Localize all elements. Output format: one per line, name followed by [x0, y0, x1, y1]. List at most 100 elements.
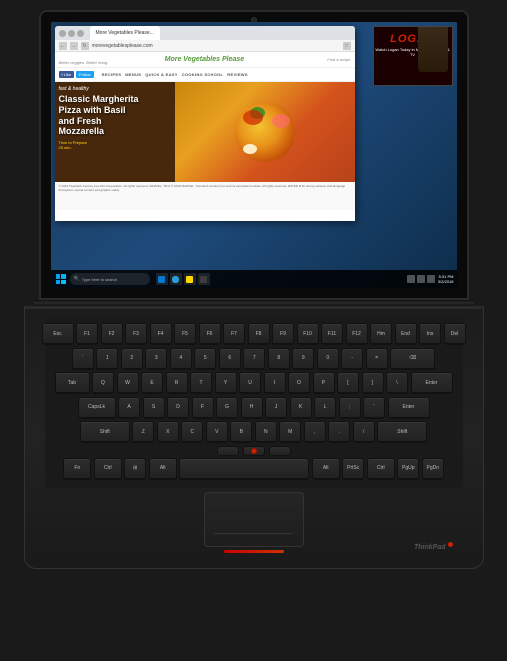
key-h[interactable]: H: [241, 397, 263, 419]
key-f6[interactable]: F6: [199, 323, 221, 345]
key-quote[interactable]: ': [363, 397, 385, 419]
key-capslock[interactable]: CapsLk: [78, 397, 116, 419]
key-alt-right[interactable]: Alt: [312, 458, 340, 480]
facebook-btn[interactable]: f Like: [59, 71, 75, 78]
key-f1[interactable]: F1: [76, 323, 98, 345]
key-m[interactable]: M: [279, 421, 301, 443]
key-7[interactable]: 7: [243, 348, 265, 370]
key-f4[interactable]: F4: [150, 323, 172, 345]
key-tab[interactable]: Tab: [55, 372, 90, 394]
browser-tab[interactable]: More Vegetables Please...: [90, 26, 160, 40]
key-9[interactable]: 9: [292, 348, 314, 370]
key-n[interactable]: N: [255, 421, 277, 443]
key-c[interactable]: C: [181, 421, 203, 443]
taskbar-icon-4[interactable]: [198, 273, 210, 285]
key-j[interactable]: J: [265, 397, 287, 419]
key-u[interactable]: U: [239, 372, 261, 394]
key-slash[interactable]: /: [353, 421, 375, 443]
key-p[interactable]: P: [313, 372, 335, 394]
key-home[interactable]: Hm: [370, 323, 392, 345]
key-i[interactable]: I: [264, 372, 286, 394]
nav-quick-easy[interactable]: QUICK & EASY: [145, 72, 178, 77]
key-w[interactable]: W: [117, 372, 139, 394]
key-q[interactable]: Q: [92, 372, 114, 394]
browser-bookmark-button[interactable]: ☆: [343, 42, 351, 50]
key-f5[interactable]: F5: [174, 323, 196, 345]
key-f7[interactable]: F7: [223, 323, 245, 345]
key-backslash[interactable]: \: [386, 372, 408, 394]
key-s[interactable]: S: [143, 397, 165, 419]
key-f9[interactable]: F9: [272, 323, 294, 345]
browser-close-btn[interactable]: [59, 30, 66, 37]
key-k[interactable]: K: [290, 397, 312, 419]
key-o[interactable]: O: [288, 372, 310, 394]
twitter-btn[interactable]: Follow: [76, 71, 94, 78]
address-bar-text[interactable]: morevegetablesplease.com: [92, 43, 340, 49]
browser-refresh-button[interactable]: ↻: [81, 42, 89, 50]
key-semicolon[interactable]: ;: [339, 397, 361, 419]
key-enter[interactable]: Enter: [411, 372, 453, 394]
key-a[interactable]: A: [118, 397, 140, 419]
trackpoint-dot[interactable]: [251, 448, 257, 454]
key-fn[interactable]: Fn: [63, 458, 91, 480]
taskbar-icon-1[interactable]: [156, 273, 168, 285]
browser-max-btn[interactable]: [77, 30, 84, 37]
browser-forward-button[interactable]: →: [70, 42, 78, 50]
key-y[interactable]: Y: [215, 372, 237, 394]
trackpoint-left-btn[interactable]: [217, 446, 239, 456]
movie-ad[interactable]: LOGAN Watch Logan Today in Microsoft Mov…: [373, 26, 453, 86]
key-f8[interactable]: F8: [248, 323, 270, 345]
taskbar-icon-3[interactable]: [184, 273, 196, 285]
browser-min-btn[interactable]: [68, 30, 75, 37]
key-rbracket[interactable]: ]: [362, 372, 384, 394]
key-insert[interactable]: Ins: [419, 323, 441, 345]
key-period[interactable]: .: [328, 421, 350, 443]
key-esc[interactable]: Esc: [42, 323, 74, 345]
key-f12[interactable]: F12: [346, 323, 368, 345]
key-alt-left[interactable]: Alt: [149, 458, 177, 480]
key-space[interactable]: [179, 458, 309, 480]
key-win[interactable]: ⊞: [124, 458, 146, 480]
key-pgdn[interactable]: PgDn: [422, 458, 444, 480]
taskbar-icon-2[interactable]: [170, 273, 182, 285]
key-ctrl-right[interactable]: Ctrl: [367, 458, 395, 480]
key-prtsc[interactable]: PrtSc: [342, 458, 364, 480]
key-backspace[interactable]: ⌫: [390, 348, 435, 370]
nav-menus[interactable]: MENUS: [125, 72, 141, 77]
browser-back-button[interactable]: ←: [59, 42, 67, 50]
key-shift-right[interactable]: Shift: [377, 421, 427, 443]
key-5[interactable]: 5: [194, 348, 216, 370]
key-x[interactable]: X: [157, 421, 179, 443]
trackpoint-middle-btn[interactable]: [243, 446, 265, 456]
key-e[interactable]: E: [141, 372, 163, 394]
key-enter-2[interactable]: Enter: [388, 397, 430, 419]
key-v[interactable]: V: [206, 421, 228, 443]
key-1[interactable]: 1: [96, 348, 118, 370]
key-end[interactable]: End: [395, 323, 417, 345]
key-8[interactable]: 8: [268, 348, 290, 370]
key-t[interactable]: T: [190, 372, 212, 394]
key-3[interactable]: 3: [145, 348, 167, 370]
key-pgup[interactable]: PgUp: [397, 458, 419, 480]
touchpad[interactable]: [204, 492, 304, 547]
key-shift-left[interactable]: Shift: [80, 421, 130, 443]
key-f[interactable]: F: [192, 397, 214, 419]
key-lbracket[interactable]: [: [337, 372, 359, 394]
key-delete[interactable]: Del: [444, 323, 466, 345]
start-button[interactable]: [54, 272, 68, 286]
key-backtick[interactable]: `: [72, 348, 94, 370]
nav-recipes[interactable]: RECIPES: [102, 72, 122, 77]
key-minus[interactable]: -: [341, 348, 363, 370]
key-4[interactable]: 4: [170, 348, 192, 370]
key-2[interactable]: 2: [121, 348, 143, 370]
key-0[interactable]: 0: [317, 348, 339, 370]
key-equals[interactable]: =: [366, 348, 388, 370]
nav-reviews[interactable]: REVIEWS: [227, 72, 248, 77]
key-f10[interactable]: F10: [297, 323, 319, 345]
nav-cooking-school[interactable]: COOKING SCHOOL: [182, 72, 224, 77]
key-6[interactable]: 6: [219, 348, 241, 370]
key-d[interactable]: D: [167, 397, 189, 419]
key-b[interactable]: B: [230, 421, 252, 443]
trackpoint-right-btn[interactable]: [269, 446, 291, 456]
key-comma[interactable]: ,: [304, 421, 326, 443]
